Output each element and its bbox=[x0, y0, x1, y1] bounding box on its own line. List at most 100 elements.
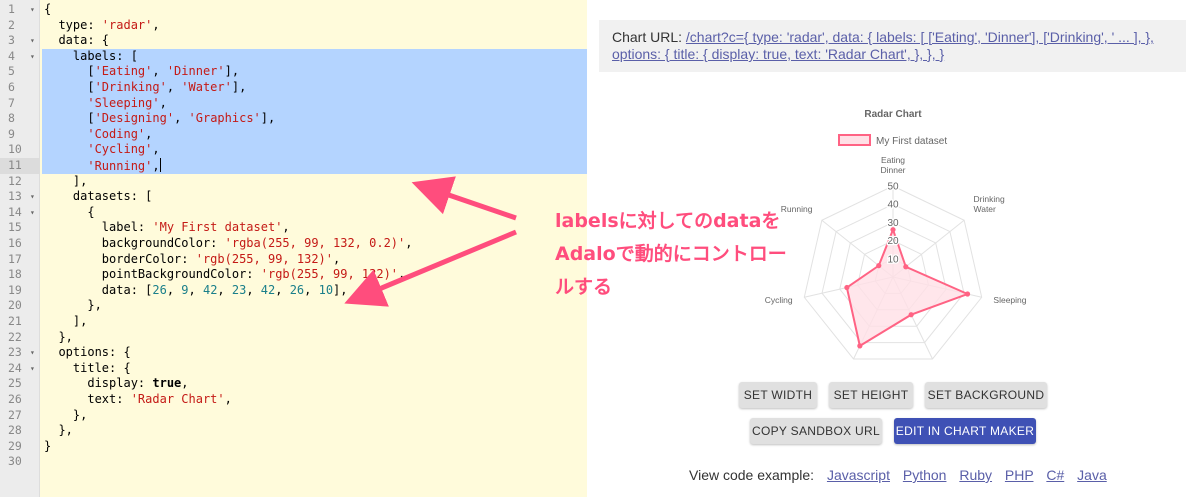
copy-sandbox-url-button[interactable]: COPY SANDBOX URL bbox=[750, 418, 882, 444]
chart-url-link[interactable]: /chart?c={ type: 'radar', data: { labels… bbox=[612, 29, 1154, 62]
code-example-ruby-link[interactable]: Ruby bbox=[959, 467, 992, 483]
code-line[interactable]: 3 ▾ data: { bbox=[0, 33, 587, 49]
code-token: , bbox=[166, 282, 182, 297]
axis-point-label-line: Dinner bbox=[880, 165, 905, 175]
line-number: 16 bbox=[8, 236, 22, 250]
code-line[interactable]: 4 ▾ labels: [ bbox=[0, 49, 587, 65]
code-token: ], bbox=[260, 111, 276, 126]
code-line[interactable]: 26 text: 'Radar Chart', bbox=[0, 392, 587, 408]
code-line[interactable]: 13 ▾ datasets: [ bbox=[0, 189, 587, 205]
code-token: }, bbox=[44, 423, 73, 438]
code-editor[interactable]: 1 ▾{2 type: 'radar', 3 ▾ data: {4 ▾ labels: … bbox=[0, 0, 587, 497]
code-line[interactable]: 6 ['Drinking', 'Water'], bbox=[0, 80, 587, 96]
code-token: , bbox=[304, 282, 319, 297]
line-number: 28 bbox=[8, 423, 22, 438]
set-width-button[interactable]: SET WIDTH bbox=[739, 382, 817, 408]
code-text: options: { bbox=[44, 345, 130, 361]
code-line[interactable]: 1 ▾{ bbox=[0, 2, 587, 18]
code-line[interactable]: 5 ['Eating', 'Dinner'], bbox=[0, 64, 587, 80]
code-example-csharp-link[interactable]: C# bbox=[1046, 467, 1064, 483]
code-example-python-link[interactable]: Python bbox=[903, 467, 947, 483]
code-text: }, bbox=[44, 423, 73, 439]
code-token: 42 bbox=[202, 282, 218, 297]
code-text: }, bbox=[44, 298, 102, 314]
code-line[interactable]: 16 backgroundColor: 'rgba(255, 99, 132, … bbox=[0, 236, 587, 252]
code-text: 'Sleeping', bbox=[44, 96, 166, 112]
code-line[interactable]: 17 borderColor: 'rgb(255, 99, 132)', bbox=[0, 252, 587, 268]
code-line[interactable]: 27 }, bbox=[0, 408, 587, 424]
line-number: 17 bbox=[8, 251, 22, 266]
code-text: }, bbox=[44, 330, 72, 346]
code-token: [ bbox=[44, 80, 95, 94]
code-token: }, bbox=[44, 298, 102, 313]
fold-arrow-icon[interactable]: ▾ bbox=[30, 33, 40, 49]
code-text: ['Designing', 'Graphics'], bbox=[44, 111, 275, 127]
code-token: pointBackgroundColor: bbox=[44, 267, 261, 282]
set-height-button[interactable]: SET HEIGHT bbox=[829, 382, 913, 408]
code-token: , bbox=[152, 64, 167, 79]
code-line[interactable]: 19 data: [26, 9, 42, 23, 42, 26, 10], bbox=[0, 283, 587, 299]
code-token: 'Radar Chart' bbox=[130, 392, 225, 406]
code-example-php-link[interactable]: PHP bbox=[1005, 467, 1034, 483]
code-line[interactable]: 25 display: true, bbox=[0, 376, 587, 392]
legend-swatch bbox=[838, 134, 871, 146]
code-line[interactable]: 21 ], bbox=[0, 314, 587, 330]
code-text: display: true, bbox=[44, 376, 188, 392]
line-number: 11 bbox=[0, 158, 40, 174]
fold-arrow-icon[interactable]: ▾ bbox=[30, 345, 40, 361]
fold-arrow-icon[interactable]: ▾ bbox=[30, 2, 40, 18]
code-line[interactable]: 9 'Coding', bbox=[0, 127, 587, 143]
code-token: , bbox=[398, 267, 406, 282]
tick-label: 30 bbox=[887, 218, 899, 229]
set-background-button[interactable]: SET BACKGROUND bbox=[925, 382, 1047, 408]
fold-arrow-icon[interactable]: ▾ bbox=[30, 205, 40, 221]
code-line[interactable]: 2 type: 'radar', bbox=[0, 18, 587, 34]
line-number: 9 bbox=[8, 126, 15, 141]
data-point bbox=[857, 343, 863, 349]
code-token: 'Coding' bbox=[87, 126, 146, 141]
code-line[interactable]: 20 }, bbox=[0, 298, 587, 314]
code-text: borderColor: 'rgb(255, 99, 132)', bbox=[44, 252, 340, 268]
code-line[interactable]: 15 label: 'My First dataset', bbox=[0, 220, 587, 236]
code-line[interactable]: 23 ▾ options: { bbox=[0, 345, 587, 361]
code-line[interactable]: 11 'Running', bbox=[0, 158, 587, 174]
fold-arrow-icon[interactable]: ▾ bbox=[30, 361, 40, 377]
line-number: 15 bbox=[8, 220, 22, 235]
code-line[interactable]: 8 ['Designing', 'Graphics'], bbox=[0, 111, 587, 127]
code-line[interactable]: 12 ], bbox=[0, 174, 587, 190]
code-token: , bbox=[152, 17, 160, 32]
line-number: 21 bbox=[8, 314, 22, 328]
code-example-java-link[interactable]: Java bbox=[1077, 467, 1107, 483]
code-line[interactable]: 30 bbox=[0, 454, 587, 470]
code-line[interactable]: 29} bbox=[0, 439, 587, 455]
code-text: labels: [ bbox=[44, 49, 138, 65]
fold-arrow-icon[interactable]: ▾ bbox=[30, 189, 40, 205]
code-text: datasets: [ bbox=[44, 189, 152, 205]
code-token: , bbox=[174, 111, 189, 126]
line-number: 25 bbox=[8, 376, 22, 391]
code-token: data: { bbox=[44, 33, 110, 48]
code-line[interactable]: 18 pointBackgroundColor: 'rgb(255, 99, 1… bbox=[0, 267, 587, 283]
code-example-javascript-link[interactable]: Javascript bbox=[827, 467, 890, 483]
code-line[interactable]: 7 'Sleeping', bbox=[0, 96, 587, 112]
code-line[interactable]: 22 }, bbox=[0, 330, 587, 346]
code-token: title: { bbox=[44, 360, 131, 375]
code-text: 'Cycling', bbox=[44, 142, 159, 158]
code-token: , bbox=[333, 251, 341, 266]
line-number: 27 bbox=[8, 407, 22, 422]
code-line[interactable]: 28 }, bbox=[0, 423, 587, 439]
code-token: data: [ bbox=[44, 282, 153, 297]
code-line[interactable]: 10 'Cycling', bbox=[0, 142, 587, 158]
line-number: 7 bbox=[8, 95, 15, 110]
fold-arrow-icon[interactable]: ▾ bbox=[30, 49, 40, 65]
line-number: 6 bbox=[8, 80, 15, 94]
code-line[interactable]: 14 ▾ { bbox=[0, 205, 587, 221]
code-token: , bbox=[217, 282, 232, 297]
code-line[interactable]: 24 ▾ title: { bbox=[0, 361, 587, 377]
code-token: datasets: [ bbox=[44, 189, 153, 204]
code-token: label: bbox=[44, 220, 153, 235]
code-token: } bbox=[44, 438, 52, 453]
edit-in-chart-maker-button[interactable]: EDIT IN CHART MAKER bbox=[894, 418, 1036, 444]
